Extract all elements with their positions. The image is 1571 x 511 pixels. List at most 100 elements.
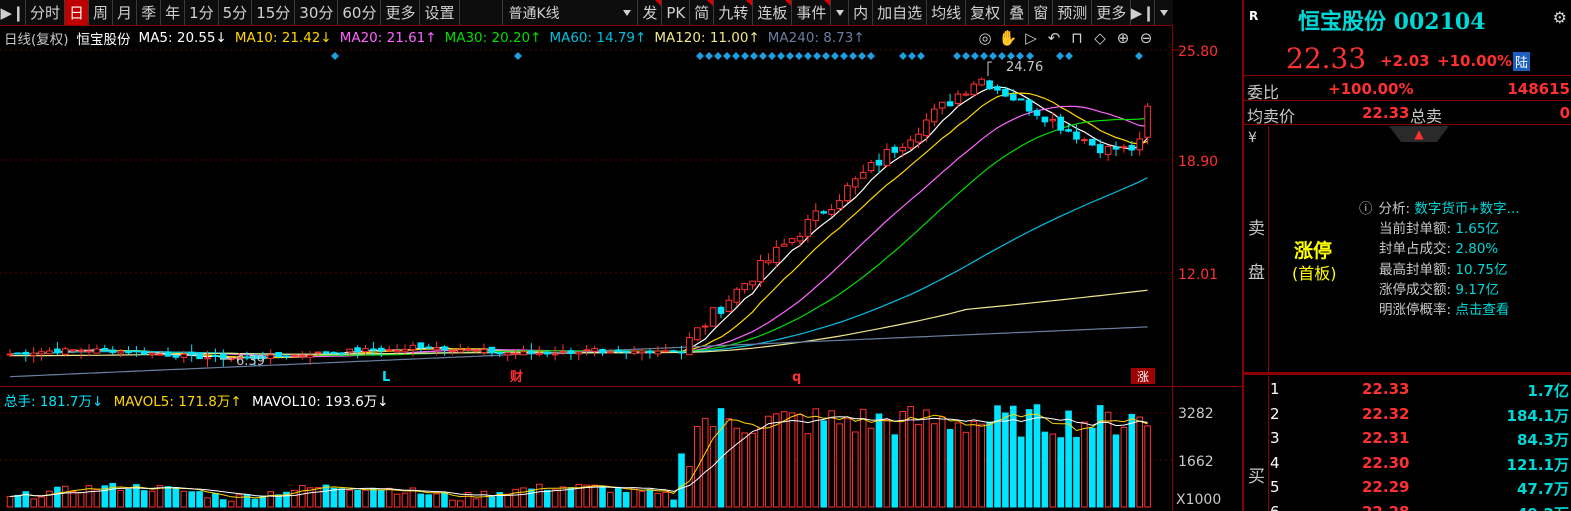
event-diamond[interactable] <box>768 52 776 60</box>
event-diamond[interactable] <box>705 52 713 60</box>
event-diamond[interactable] <box>831 52 839 60</box>
event-diamond[interactable] <box>953 52 961 60</box>
candle-body <box>156 353 164 356</box>
event-diamond[interactable] <box>1026 52 1034 60</box>
event-diamond[interactable] <box>962 52 970 60</box>
event-diamond[interactable] <box>867 52 875 60</box>
book-row[interactable]: 1 22.33 1.7亿 <box>1244 377 1571 401</box>
candle-body <box>1057 116 1065 131</box>
bottom-marker[interactable]: 财 <box>510 369 523 385</box>
seal-amount: 1.65亿 <box>1455 221 1499 238</box>
event-diamond[interactable] <box>971 52 979 60</box>
event-diamond[interactable] <box>822 52 830 60</box>
book-qty: 84.3万 <box>1516 431 1569 449</box>
event-diamond[interactable] <box>1056 52 1064 60</box>
volume-bar <box>757 427 764 508</box>
event-diamond[interactable] <box>759 52 767 60</box>
book-level: 3 <box>1270 429 1280 447</box>
volume-bar <box>599 486 606 508</box>
tomorrow-link[interactable]: 点击查看 <box>1455 302 1509 318</box>
seal-ratio-label: 封单占成交: <box>1379 241 1452 258</box>
gear-icon[interactable]: ⚙ <box>1553 8 1567 27</box>
book-qty: 49.2万 <box>1517 503 1569 511</box>
book-row[interactable]: 4 22.30 121.1万 <box>1244 451 1571 475</box>
candle-body <box>923 119 930 137</box>
event-diamond[interactable] <box>741 52 749 60</box>
seal-ratio: 2.80% <box>1455 241 1499 258</box>
kline-chart[interactable]: 25.80 18.90 12.01 3282 1662 X1000 24.76 … <box>0 0 1243 511</box>
volume-bar <box>46 490 53 508</box>
bottom-marker[interactable]: 涨 <box>1137 369 1149 384</box>
event-diamond[interactable] <box>840 52 848 60</box>
candle-body <box>788 238 796 243</box>
event-diamond[interactable] <box>1135 52 1143 60</box>
book-row[interactable]: 6 22.28 49.2万 <box>1244 500 1571 511</box>
high-pointer <box>987 61 992 76</box>
volume-bar <box>1120 426 1128 508</box>
event-diamond[interactable] <box>795 52 803 60</box>
volume-bar <box>852 431 859 508</box>
volume-bar <box>164 486 172 508</box>
candle-body <box>875 159 883 166</box>
max-seal: 10.75亿 <box>1455 261 1508 278</box>
volume-bar <box>615 487 622 508</box>
volume-bar <box>148 490 156 508</box>
event-diamond[interactable] <box>813 52 821 60</box>
event-diamond[interactable] <box>1007 52 1015 60</box>
volume-bar <box>480 490 488 508</box>
event-diamond[interactable] <box>858 52 866 60</box>
last-price: 22.33 <box>1286 42 1367 75</box>
book-row[interactable]: 5 22.29 47.7万 <box>1244 475 1571 499</box>
volume-bar <box>875 413 883 508</box>
expand-up-icon[interactable]: ▲ <box>1389 126 1449 142</box>
event-diamond[interactable] <box>777 52 785 60</box>
volume-bar <box>962 431 970 508</box>
event-diamond[interactable] <box>989 52 997 60</box>
ma-lines <box>9 86 1149 378</box>
event-diamond[interactable] <box>514 52 522 60</box>
event-diamond[interactable] <box>998 52 1006 60</box>
event-diamond[interactable] <box>804 52 812 60</box>
event-diamond[interactable] <box>696 52 704 60</box>
candle-body <box>986 80 993 90</box>
analysis-label: 分析: <box>1378 201 1411 217</box>
book-row[interactable]: 3 22.31 84.3万 <box>1244 426 1571 450</box>
candle-body <box>457 349 464 353</box>
analysis-value[interactable]: 数字货币+数字... <box>1414 201 1519 217</box>
candle-body <box>1104 146 1112 155</box>
security-title[interactable]: 恒宝股份 002104 <box>1298 4 1486 36</box>
book-row[interactable]: 2 22.32 184.1万 <box>1244 402 1571 426</box>
volume-bar <box>1025 409 1033 508</box>
event-diamond[interactable] <box>1016 52 1024 60</box>
event-diamond[interactable] <box>714 52 722 60</box>
total-volume: 总手: 181.7万↓ <box>4 394 104 410</box>
event-markers[interactable] <box>331 52 1143 60</box>
book-level: 1 <box>1270 380 1280 398</box>
event-diamond[interactable] <box>732 52 740 60</box>
event-diamond[interactable] <box>908 52 916 60</box>
event-diamond[interactable] <box>1065 52 1073 60</box>
event-diamond[interactable] <box>331 52 339 60</box>
candle-body <box>615 349 622 352</box>
candle-body <box>22 351 30 355</box>
volume-bar <box>1089 427 1096 508</box>
ma5-line <box>9 86 1149 359</box>
volume-bar <box>188 491 195 508</box>
event-diamond[interactable] <box>899 52 907 60</box>
bottom-marker[interactable]: L <box>382 370 390 385</box>
volume-separator <box>0 386 1243 387</box>
bottom-marker[interactable]: q <box>792 370 801 385</box>
event-diamond[interactable] <box>750 52 758 60</box>
candle-body <box>599 348 606 353</box>
volume-bar <box>1041 431 1049 508</box>
event-diamond[interactable] <box>723 52 731 60</box>
event-diamond[interactable] <box>849 52 857 60</box>
market-tag[interactable]: 陆 <box>1513 52 1531 71</box>
event-diamond[interactable] <box>980 52 988 60</box>
event-diamond[interactable] <box>917 52 925 60</box>
candle-body <box>148 352 156 356</box>
volume-bar <box>330 487 338 508</box>
volume-bar <box>1128 413 1136 508</box>
volume-bar <box>1144 425 1151 508</box>
event-diamond[interactable] <box>786 52 794 60</box>
